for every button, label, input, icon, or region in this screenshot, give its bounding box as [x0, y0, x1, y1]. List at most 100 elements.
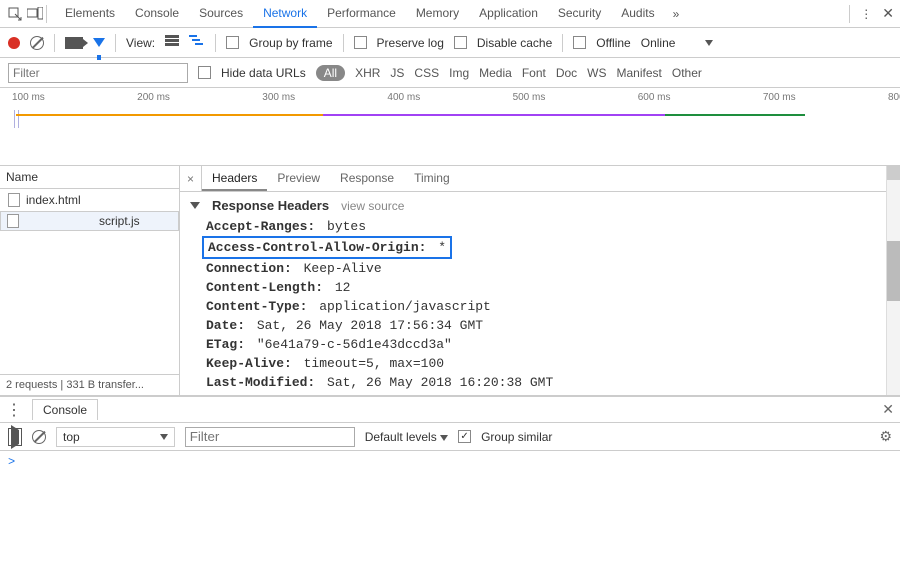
detail-tab-response[interactable]: Response [330, 167, 404, 191]
context-selector[interactable]: top [56, 427, 175, 447]
filter-bar: Hide data URLs All XHR JS CSS Img Media Font Do… [0, 58, 900, 88]
main-tabbar: ElementsConsoleSourcesNetworkPerformance… [0, 0, 900, 28]
timeline[interactable]: 100 ms200 ms300 ms400 ms500 ms600 ms700 … [0, 88, 900, 166]
clear-console-icon[interactable] [32, 430, 46, 444]
separator [562, 34, 563, 52]
tab-memory[interactable]: Memory [406, 0, 469, 28]
drawer-menu-icon[interactable]: ⋮ [6, 400, 22, 420]
view-source-link[interactable]: view source [341, 199, 404, 213]
filter-type-img[interactable]: Img [449, 66, 469, 80]
filter-type-media[interactable]: Media [479, 66, 512, 80]
hide-data-urls-checkbox[interactable] [198, 66, 211, 79]
response-headers-section[interactable]: Response Headers view source [190, 198, 890, 213]
scrollbar[interactable] [886, 166, 900, 395]
header-key: ETag: [206, 337, 245, 352]
header-value: bytes [319, 219, 366, 234]
section-title: Response Headers [212, 198, 329, 213]
filter-type-doc[interactable]: Doc [556, 66, 577, 80]
filter-type-manifest[interactable]: Manifest [617, 66, 662, 80]
filter-input[interactable] [8, 63, 188, 83]
filter-type-all[interactable]: All [316, 65, 345, 81]
large-rows-icon[interactable] [165, 35, 179, 50]
tab-performance[interactable]: Performance [317, 0, 406, 28]
screenshot-icon[interactable] [65, 37, 83, 49]
request-list-header[interactable]: Name [0, 166, 179, 189]
detail-tab-headers[interactable]: Headers [202, 167, 267, 191]
header-value: Sat, 26 May 2018 17:56:34 GMT [249, 318, 483, 333]
console-filter-input[interactable] [185, 427, 355, 447]
file-icon [7, 214, 19, 228]
separator [343, 34, 344, 52]
waterfall-icon[interactable] [189, 35, 205, 50]
close-drawer-icon[interactable]: ✕ [882, 401, 894, 418]
offline-label: Offline [596, 36, 630, 50]
filter-type-xhr[interactable]: XHR [355, 66, 380, 80]
chevron-down-icon [440, 435, 448, 441]
filter-type-other[interactable]: Other [672, 66, 702, 80]
filter-type-ws[interactable]: WS [587, 66, 606, 80]
preserve-log-label: Preserve log [377, 36, 444, 50]
throttle-label[interactable]: Online [641, 36, 676, 50]
offline-checkbox[interactable] [573, 36, 586, 49]
timeline-labels: 100 ms200 ms300 ms400 ms500 ms600 ms700 … [0, 88, 900, 107]
view-label: View: [126, 36, 155, 50]
tab-console[interactable]: Console [125, 0, 189, 28]
tab-application[interactable]: Application [469, 0, 548, 28]
inspect-icon[interactable] [6, 5, 24, 23]
console-tab[interactable]: Console [32, 399, 98, 420]
kebab-icon[interactable]: ⋮ [860, 7, 872, 21]
separator [215, 34, 216, 52]
log-levels[interactable]: Default levels [365, 430, 448, 444]
group-similar-label: Group similar [481, 430, 552, 444]
filter-types: All XHR JS CSS Img Media Font Doc WS Manifest Othe… [316, 65, 702, 81]
headers-panel: Response Headers view source Accept-Rang… [180, 192, 900, 395]
detail-tab-timing[interactable]: Timing [404, 167, 460, 191]
header-row: Server: Apache [190, 392, 890, 395]
record-icon[interactable] [8, 37, 20, 49]
group-similar-checkbox[interactable] [458, 430, 471, 443]
header-key: Accept-Ranges: [206, 219, 315, 234]
timeline-marker [18, 110, 19, 128]
group-by-frame-checkbox[interactable] [226, 36, 239, 49]
header-key: Last-Modified: [206, 375, 315, 390]
close-icon[interactable]: ✕ [882, 5, 894, 22]
filter-type-js[interactable]: JS [390, 66, 404, 80]
hide-data-urls-label: Hide data URLs [221, 66, 306, 80]
disable-cache-checkbox[interactable] [454, 36, 467, 49]
request-row[interactable]: index.html [0, 189, 179, 211]
requests-pane: Name index.htmlscript.js 2 requests | 33… [0, 166, 900, 396]
filter-type-font[interactable]: Font [522, 66, 546, 80]
header-row: Content-Type: application/javascript [190, 297, 890, 316]
execute-icon[interactable] [8, 428, 22, 446]
settings-icon[interactable]: ⚙ [879, 428, 892, 445]
clear-icon[interactable] [30, 36, 44, 50]
device-icon[interactable] [26, 5, 44, 23]
tab-security[interactable]: Security [548, 0, 611, 28]
filter-type-css[interactable]: CSS [414, 66, 439, 80]
detail-tab-preview[interactable]: Preview [267, 167, 330, 191]
filter-icon[interactable] [93, 38, 105, 47]
console-prompt[interactable]: > [0, 451, 900, 473]
tab-sources[interactable]: Sources [189, 0, 253, 28]
close-detail-icon[interactable]: × [180, 166, 202, 191]
header-key: Keep-Alive: [206, 356, 292, 371]
header-row: Date: Sat, 26 May 2018 17:56:34 GMT [190, 316, 890, 335]
request-row[interactable]: script.js [0, 211, 179, 231]
throttle-chevron-icon[interactable] [705, 40, 713, 46]
header-value: "6e41a79-c-56d1e43dccd3a" [249, 337, 452, 352]
timeline-seg-purple [323, 114, 665, 116]
tab-network[interactable]: Network [253, 0, 317, 28]
timeline-seg-orange [16, 114, 323, 116]
panel-tabs: ElementsConsoleSourcesNetworkPerformance… [55, 0, 665, 28]
header-row: Access-Control-Allow-Origin: * [202, 236, 452, 259]
tab-audits[interactable]: Audits [611, 0, 664, 28]
header-row: Content-Length: 12 [190, 278, 890, 297]
tab-elements[interactable]: Elements [55, 0, 125, 28]
disclosure-triangle-icon[interactable] [190, 202, 200, 209]
header-key: Content-Length: [206, 280, 323, 295]
header-row: Accept-Ranges: bytes [190, 217, 890, 236]
chevron-down-icon [160, 434, 168, 440]
more-tabs-icon[interactable]: » [673, 7, 680, 21]
request-name: index.html [26, 193, 81, 207]
preserve-log-checkbox[interactable] [354, 36, 367, 49]
